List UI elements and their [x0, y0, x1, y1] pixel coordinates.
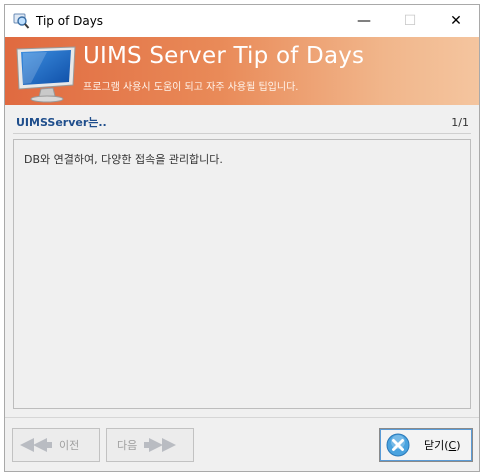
window-title: Tip of Days: [36, 14, 104, 28]
title-bar[interactable]: Tip of Days — ☐ ✕: [5, 5, 479, 37]
close-label-suffix: ): [456, 439, 461, 452]
double-right-arrow-icon: [144, 438, 177, 452]
close-window-button[interactable]: ✕: [433, 5, 479, 37]
banner-title: UIMS Server Tip of Days: [83, 43, 365, 69]
previous-button-label: 이전: [59, 439, 80, 452]
tip-content-box: DB와 연결하여, 다양한 접속을 관리합니다.: [13, 139, 471, 409]
tip-text: DB와 연결하여, 다양한 접속을 관리합니다.: [24, 153, 223, 166]
maximize-button: ☐: [403, 13, 417, 29]
minimize-button[interactable]: —: [341, 5, 387, 37]
window-controls: — ☐ ✕: [341, 5, 479, 37]
button-bar: 이전 다음 닫기(C): [5, 417, 479, 471]
magnifier-app-icon: [13, 13, 30, 29]
close-label-prefix: 닫기(: [424, 439, 449, 452]
tip-of-days-window: Tip of Days — ☐ ✕ UIMS Server Tip of Day…: [4, 4, 480, 472]
next-button-label: 다음: [117, 439, 138, 452]
banner-subtitle: 프로그램 사용시 도움이 되고 자주 사용될 팁입니다.: [83, 82, 299, 93]
previous-button[interactable]: 이전: [12, 428, 100, 462]
tip-header-title: UIMSServer는..: [16, 116, 107, 129]
close-dialog-button[interactable]: 닫기(C): [379, 428, 473, 462]
next-button[interactable]: 다음: [106, 428, 194, 462]
tip-counter: 1/1: [451, 115, 469, 129]
close-button-label: 닫기(C): [424, 437, 461, 453]
header-banner: UIMS Server Tip of Days 프로그램 사용시 도움이 되고 …: [5, 37, 479, 105]
tip-header: UIMSServer는.. 1/1: [13, 111, 471, 134]
double-left-arrow-icon: [20, 438, 52, 452]
monitor-icon: [16, 46, 76, 103]
close-x-icon: [386, 433, 410, 457]
